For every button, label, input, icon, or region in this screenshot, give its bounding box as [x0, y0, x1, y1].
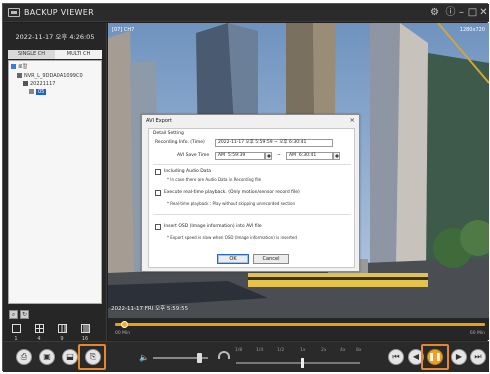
- skip-back-icon: ⏮: [392, 352, 400, 361]
- speed-tick: 4x: [340, 348, 346, 353]
- print-icon: ⎙: [20, 352, 28, 361]
- realtime-playback-label: Execute real-time playback. (Only motion…: [164, 190, 300, 195]
- print-button[interactable]: ⎙: [16, 349, 32, 365]
- app-title: BACKUP VIEWER: [24, 8, 94, 17]
- tree-item-root[interactable]: 로컬: [11, 63, 27, 71]
- computer-icon: [11, 64, 16, 69]
- image-icon: ▣: [43, 352, 51, 361]
- timeline-track[interactable]: [115, 323, 485, 326]
- refresh-icon[interactable]: ↻: [20, 310, 29, 319]
- split-16-icon: [80, 324, 90, 333]
- split-9-icon: [57, 324, 67, 333]
- start-time-spinner[interactable]: [265, 152, 272, 160]
- device-tree: 로컬 NVR_L_9DDA0A1099C0 20221117 05: [8, 60, 102, 304]
- speed-knob[interactable]: [301, 358, 304, 368]
- ok-button[interactable]: OK: [217, 254, 249, 264]
- tree-item-device[interactable]: NVR_L_9DDA0A1099C0: [17, 72, 83, 80]
- include-audio-label: Including Audio Data: [164, 169, 211, 174]
- divider: [153, 164, 351, 165]
- split-1-icon: [11, 324, 21, 333]
- play-icon: ▶: [455, 352, 463, 361]
- tree-channel-label: 05: [36, 89, 47, 95]
- detail-setting-label: Detail Setting: [153, 131, 184, 136]
- speed-gauge-icon: [218, 351, 230, 359]
- app-logo-icon: [8, 8, 20, 17]
- tree-tools: ⌕ ↻: [9, 310, 29, 319]
- include-audio-note: * In case there are Audio Data in Record…: [167, 177, 262, 182]
- playback-controls: ⎙ ▣ ⬓ ⎘ 🔈 1/8 1/4 1/2 1x 2x 4x 8x ⏮ ◀ ❚❚…: [3, 341, 489, 372]
- recording-info-label: Recording Info. (Time): [155, 140, 205, 145]
- timeline-end-label: 60 Min: [469, 331, 485, 336]
- avi-export-dialog: AVI Export × Detail Setting Recording In…: [141, 114, 360, 272]
- timeline[interactable]: 00 Min 60 Min: [108, 318, 489, 340]
- dialog-body: Detail Setting Recording Info. (Time) 20…: [148, 128, 355, 268]
- recording-info-field: 2022-11-17 오후 5:59:59 ~ 오후 6:30:41: [215, 139, 333, 147]
- speed-tick: 8x: [356, 348, 362, 353]
- video-timestamp: 2022-11-17 FRI 오후 5:59:55: [111, 306, 189, 312]
- calendar-icon: [23, 81, 28, 86]
- split-1-button[interactable]: 1: [7, 324, 25, 342]
- insert-osd-note: * Export speed is slow when OSD (Image i…: [167, 235, 297, 240]
- search-icon[interactable]: ⌕: [9, 310, 18, 319]
- channel-tabs: SINGLE CH MULTI CH: [8, 50, 102, 59]
- tree-date-label: 20221117: [30, 81, 56, 87]
- channel-label: [07] CH7: [112, 27, 135, 33]
- highlight-box: [78, 344, 106, 370]
- insert-osd-checkbox[interactable]: [155, 224, 161, 230]
- divider: [153, 214, 351, 215]
- timeline-handle[interactable]: [121, 321, 128, 328]
- split-16-button[interactable]: 16: [76, 324, 94, 342]
- highlight-box: [421, 344, 449, 370]
- realtime-playback-note: * Real-time playback : Play without skip…: [167, 201, 296, 206]
- speaker-icon[interactable]: 🔈: [139, 353, 149, 362]
- tree-device-label: NVR_L_9DDA0A1099C0: [24, 73, 83, 79]
- speed-tick: 2x: [321, 348, 327, 353]
- backup-button[interactable]: ⬓: [62, 349, 78, 365]
- range-separator: ~: [277, 153, 281, 158]
- tree-item-date[interactable]: 20221117: [23, 80, 55, 88]
- timeline-start-label: 00 Min: [115, 331, 131, 336]
- current-datetime: 2022-11-17 오후 4:26:05: [15, 33, 95, 41]
- dialog-title: AVI Export: [146, 118, 172, 124]
- volume-knob[interactable]: [197, 353, 202, 363]
- play-button[interactable]: ▶: [451, 349, 467, 365]
- resolution-label: 1280x720: [459, 27, 485, 33]
- include-audio-checkbox[interactable]: [155, 169, 161, 175]
- end-time-field[interactable]: AM 6:30:41: [286, 152, 333, 160]
- speed-slider[interactable]: [236, 362, 360, 364]
- tree-root-label: 로컬: [18, 64, 28, 70]
- snapshot-button[interactable]: ▣: [39, 349, 55, 365]
- split-4-icon: [34, 324, 44, 333]
- dialog-close-icon[interactable]: ×: [350, 116, 355, 124]
- split-4-button[interactable]: 4: [30, 324, 48, 342]
- speed-tick: 1/2: [277, 348, 285, 353]
- split-9-button[interactable]: 9: [53, 324, 71, 342]
- camera-icon: [29, 89, 34, 94]
- insert-osd-label: Insert OSD (Image information) into AVI …: [164, 224, 262, 229]
- speed-tick: 1/4: [256, 348, 264, 353]
- skip-back-button[interactable]: ⏮: [388, 349, 404, 365]
- realtime-playback-checkbox[interactable]: [155, 190, 161, 196]
- end-time-spinner[interactable]: [333, 152, 340, 160]
- gear-icon[interactable]: ⚙: [428, 6, 441, 19]
- skip-forward-icon: ⏭: [474, 352, 482, 361]
- start-time-field[interactable]: AM 5:59:39: [215, 152, 265, 160]
- cancel-button[interactable]: Cancel: [253, 254, 289, 264]
- speed-tick: 1/8: [235, 348, 243, 353]
- tree-item-channel[interactable]: 05: [29, 88, 47, 96]
- close-icon[interactable]: ✕: [477, 6, 490, 19]
- speed-tick: 1x: [300, 348, 306, 353]
- tab-single-channel[interactable]: SINGLE CH: [8, 50, 55, 59]
- avi-save-time-label: AVI Save Time: [177, 153, 210, 158]
- backup-viewer-window: BACKUP VIEWER ⚙ ⓘ – □ ✕ 2022-11-17 오후 4:…: [2, 3, 489, 372]
- title-bar: BACKUP VIEWER ⚙ ⓘ – □ ✕: [3, 4, 489, 22]
- skip-forward-button[interactable]: ⏭: [470, 349, 486, 365]
- left-panel: 2022-11-17 오후 4:26:05 SINGLE CH MULTI CH…: [3, 23, 107, 372]
- nvr-device-icon: [17, 73, 22, 78]
- save-icon: ⬓: [66, 352, 74, 361]
- step-back-icon: ◀: [412, 352, 420, 361]
- tab-multi-channel[interactable]: MULTI CH: [55, 50, 102, 59]
